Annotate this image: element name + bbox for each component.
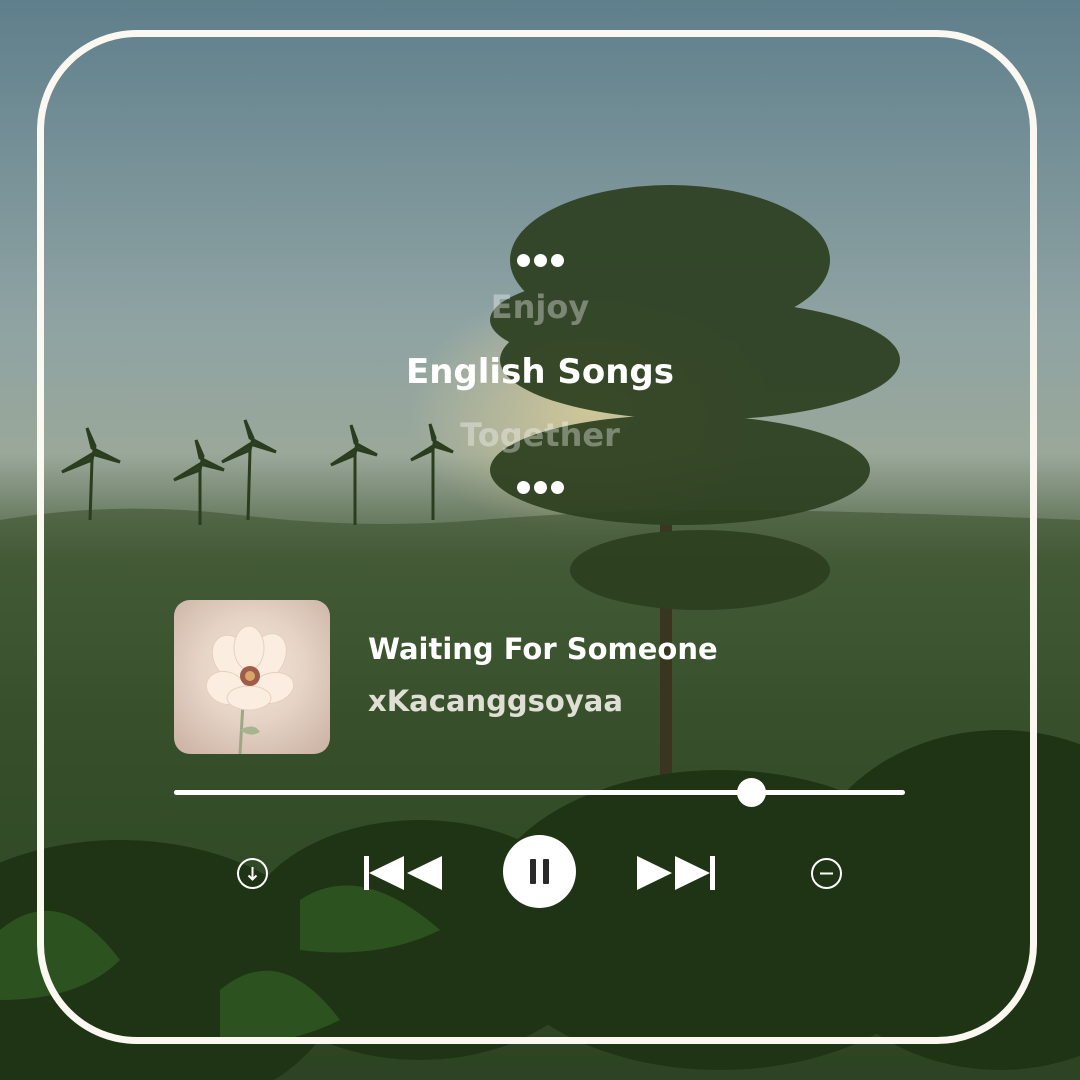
minus-circle-icon[interactable] bbox=[810, 857, 843, 890]
lyric-current-line: English Songs bbox=[406, 352, 674, 392]
song-artist: xKacanggsoyaa bbox=[368, 684, 623, 718]
pause-button[interactable] bbox=[503, 835, 576, 908]
song-title: Waiting For Someone bbox=[368, 632, 718, 666]
progress-fill bbox=[174, 790, 752, 795]
skip-next-icon[interactable] bbox=[637, 854, 715, 892]
lyrics-bottom-dots bbox=[0, 477, 1080, 499]
lyric-previous-line: Enjoy bbox=[490, 288, 590, 326]
download-icon[interactable] bbox=[236, 857, 269, 890]
progress-track[interactable] bbox=[174, 778, 905, 807]
flower-artwork bbox=[205, 625, 295, 754]
album-cover[interactable] bbox=[174, 600, 330, 754]
skip-previous-icon[interactable] bbox=[364, 854, 442, 892]
pause-icon bbox=[530, 859, 536, 884]
lyrics-top-dots bbox=[0, 250, 1080, 272]
lyric-next-line: Together bbox=[460, 416, 620, 454]
